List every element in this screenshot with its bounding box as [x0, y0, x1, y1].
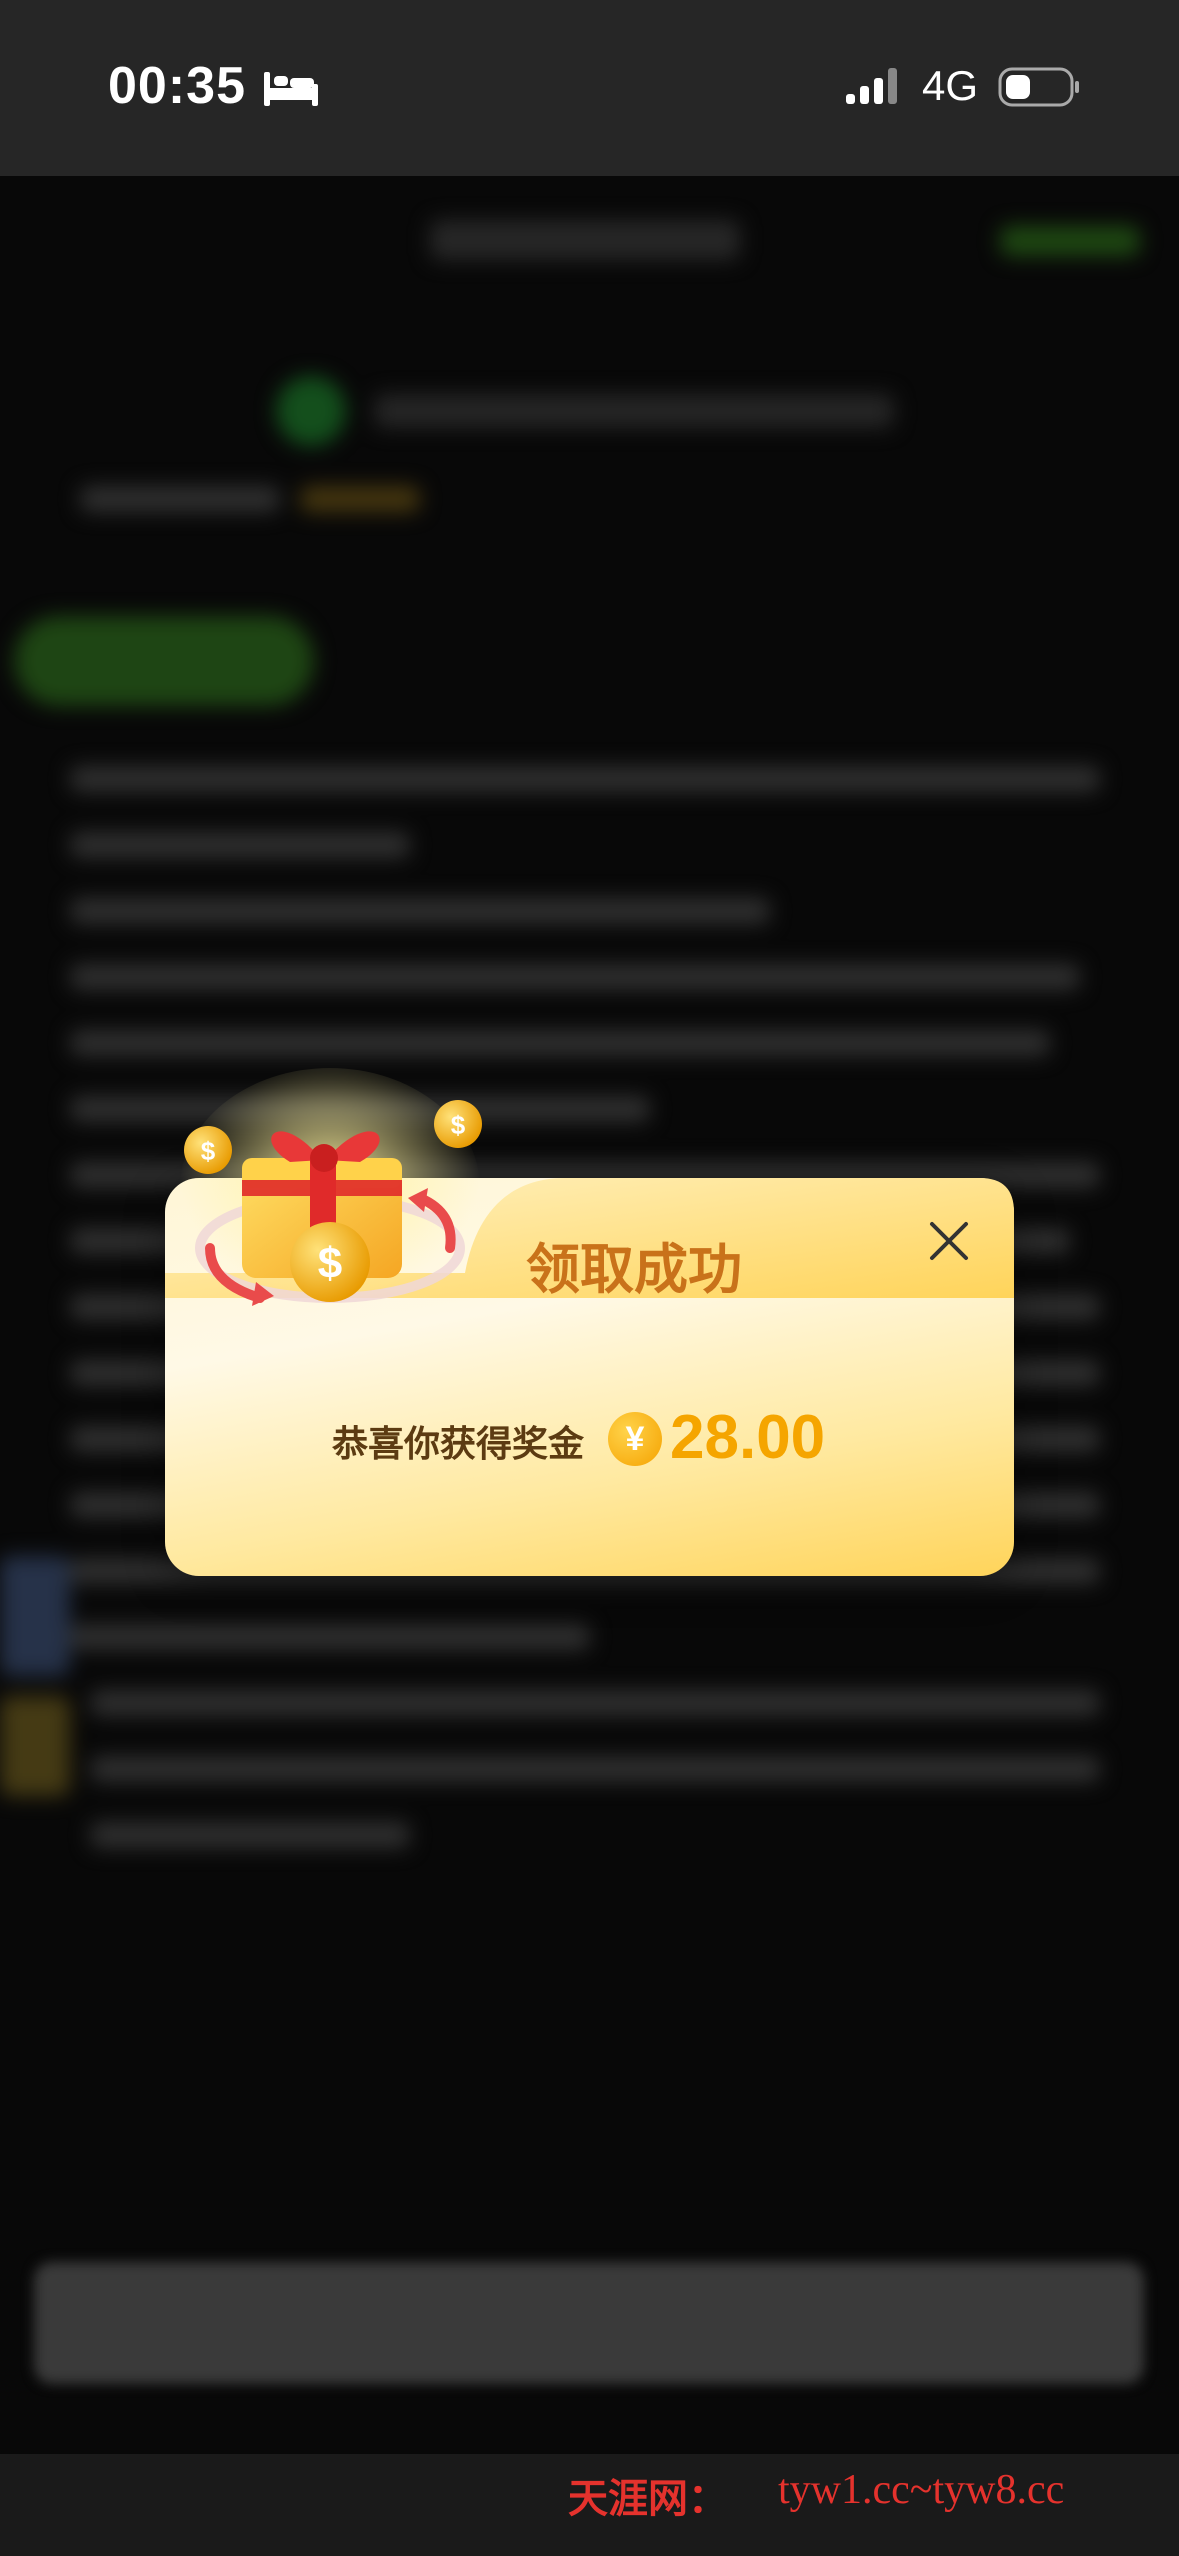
gift-icon: $ $ $: [180, 1068, 482, 1308]
prize-amount: 28.00: [670, 1403, 826, 1472]
coin-icon: ¥: [608, 1412, 662, 1466]
prize-label: 恭喜你获得奖金: [332, 1423, 585, 1464]
watermark-label: 天涯网：: [568, 2476, 728, 2521]
watermark-url: tyw1.cc~tyw8.cc: [778, 2467, 1065, 2513]
network-type: 4G: [922, 62, 979, 109]
battery-icon: [998, 67, 1079, 107]
svg-text:$: $: [451, 1110, 466, 1140]
svg-text:$: $: [318, 1239, 342, 1288]
svg-text:$: $: [201, 1136, 216, 1166]
dialog-title: 领取成功: [526, 1240, 742, 1300]
close-icon[interactable]: [926, 1218, 972, 1264]
status-time: 00:35: [108, 57, 246, 115]
bottom-action-button: [34, 2262, 1144, 2384]
bed-icon: [264, 72, 318, 106]
status-bar: 00:35 4G: [0, 0, 1179, 176]
signal-icon: [846, 68, 897, 104]
